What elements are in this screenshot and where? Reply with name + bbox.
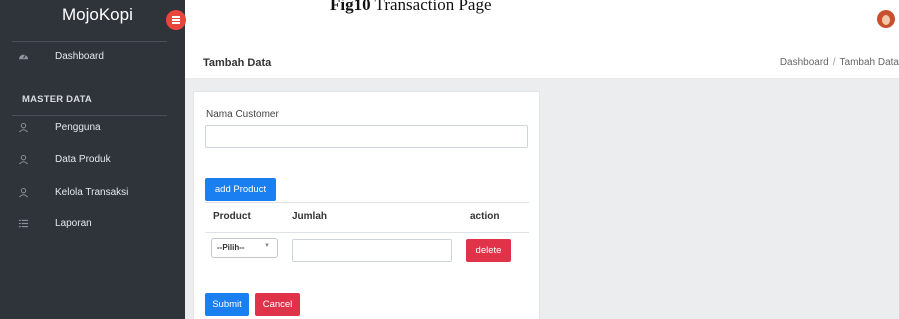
sidebar-item-dashboard[interactable]: Dashboard <box>0 45 185 73</box>
user-icon <box>17 187 29 199</box>
main-content: Nama Customer add Product Product Jumlah… <box>185 79 899 319</box>
hamburger-icon-bar <box>172 22 180 24</box>
hamburger-icon <box>172 16 180 18</box>
sidebar-item-label: Laporan <box>55 218 92 229</box>
column-header-action: action <box>470 211 500 222</box>
add-product-button[interactable]: add Product <box>205 178 276 201</box>
brand-divider <box>12 41 167 42</box>
breadcrumb-current: Tambah Data <box>839 57 899 68</box>
product-select[interactable]: --Pilih-- ▼ <box>211 238 278 258</box>
form-card: Nama Customer add Product Product Jumlah… <box>193 91 540 319</box>
breadcrumb-separator: / <box>832 57 836 68</box>
sidebar-item-label: Data Produk <box>55 154 111 165</box>
sidebar-item-label: Pengguna <box>55 122 101 133</box>
column-header-product: Product <box>213 211 251 222</box>
list-icon <box>17 218 29 230</box>
customer-name-label: Nama Customer <box>206 109 279 120</box>
user-icon <box>17 122 29 134</box>
sidebar-item-label: Dashboard <box>55 51 104 62</box>
customer-name-input[interactable] <box>205 125 528 148</box>
sidebar-item-label: Kelola Transaksi <box>55 187 129 198</box>
sidebar-item-kelola-transaksi[interactable]: Kelola Transaksi <box>0 181 185 209</box>
product-select-value: --Pilih-- <box>217 243 245 252</box>
sidebar-toggle-button[interactable] <box>166 10 186 30</box>
submit-button[interactable]: Submit <box>205 293 249 316</box>
table-top-border <box>205 202 529 203</box>
cancel-button[interactable]: Cancel <box>255 293 300 316</box>
caption-text: Transaction Page <box>370 0 492 14</box>
sidebar: MojoKopi Dashboard MASTER DATA Pengguna … <box>0 0 185 319</box>
caption-label: Fig10 <box>330 0 371 14</box>
page-header: Tambah Data Dashboard / Tambah Data <box>185 43 899 79</box>
sidebar-item-pengguna[interactable]: Pengguna <box>0 116 185 144</box>
brand[interactable]: MojoKopi <box>0 0 185 42</box>
column-header-jumlah: Jumlah <box>292 211 328 222</box>
quantity-input[interactable] <box>292 239 452 262</box>
hamburger-icon-bar <box>172 19 180 21</box>
chevron-down-icon: ▼ <box>264 243 270 249</box>
sidebar-item-laporan[interactable]: Laporan <box>0 212 185 240</box>
dashboard-icon <box>17 51 29 63</box>
breadcrumb: Dashboard / Tambah Data <box>780 57 899 68</box>
breadcrumb-dashboard[interactable]: Dashboard <box>780 57 829 68</box>
avatar-face <box>882 15 890 25</box>
section-title: MASTER DATA <box>22 94 92 105</box>
table-header-border <box>205 232 529 233</box>
user-avatar[interactable] <box>877 10 895 28</box>
sidebar-item-data-produk[interactable]: Data Produk <box>0 148 185 176</box>
delete-row-button[interactable]: delete <box>466 239 511 262</box>
figure-caption: Fig10 Transaction Page <box>330 0 492 15</box>
user-icon <box>17 154 29 166</box>
page-title: Tambah Data <box>203 57 272 69</box>
brand-name: MojoKopi <box>62 5 133 24</box>
